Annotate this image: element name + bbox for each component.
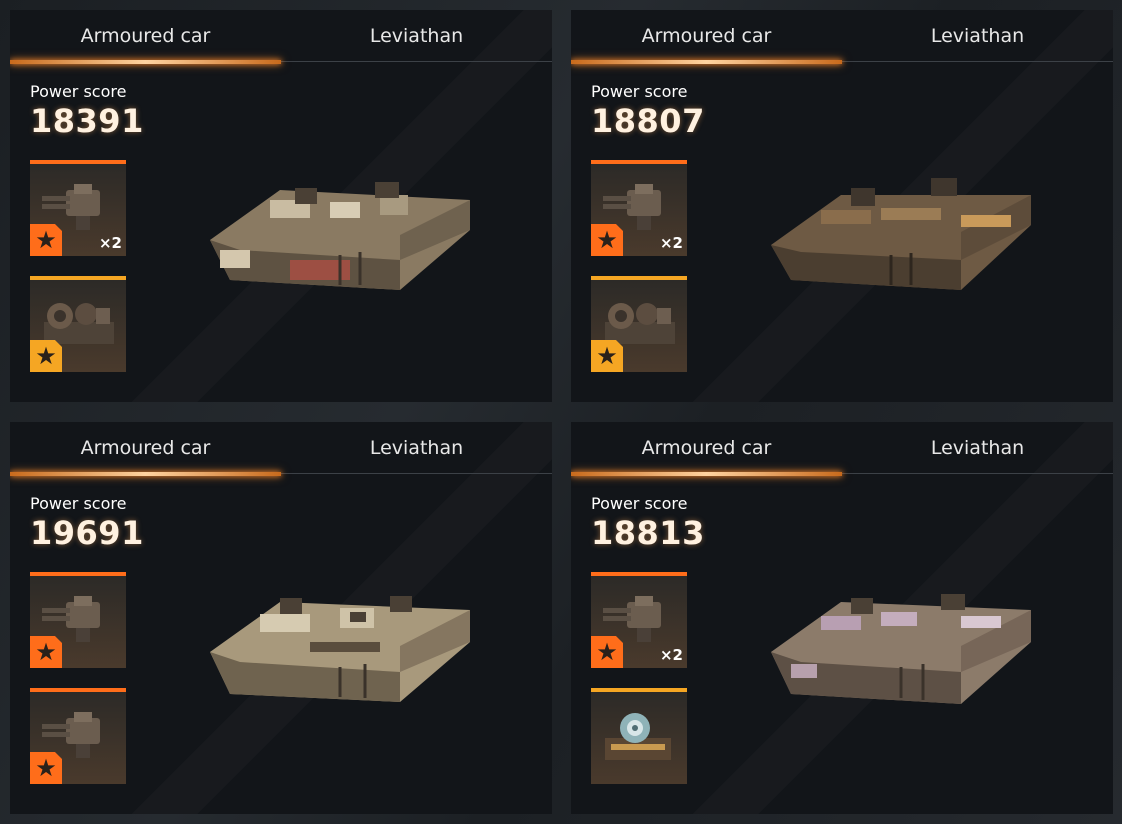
engine-card[interactable]: ★ bbox=[591, 276, 687, 372]
machine-icon bbox=[605, 713, 671, 760]
star-badge-icon: ★ bbox=[30, 636, 62, 668]
vehicle-panel-2: Armoured car Leviathan Power score 18807… bbox=[571, 10, 1113, 402]
leviathan-vehicle-image bbox=[771, 594, 1031, 704]
power-score-value: 19691 bbox=[30, 514, 144, 552]
tab-leviathan[interactable]: Leviathan bbox=[842, 10, 1113, 62]
star-badge-icon: ★ bbox=[591, 636, 623, 668]
tab-armoured-car[interactable]: Armoured car bbox=[10, 10, 281, 64]
power-score-value: 18807 bbox=[591, 102, 705, 140]
power-score-label: Power score bbox=[591, 82, 688, 101]
star-badge-icon: ★ bbox=[30, 752, 62, 784]
tab-bar: Armoured car Leviathan bbox=[10, 422, 552, 476]
star-badge-icon: ★ bbox=[591, 340, 623, 372]
power-score-value: 18391 bbox=[30, 102, 144, 140]
vehicle-panel-1: Armoured car Leviathan Power score 18391… bbox=[10, 10, 552, 402]
tab-leviathan[interactable]: Leviathan bbox=[281, 10, 552, 62]
quantity-badge: ×2 bbox=[659, 234, 683, 252]
power-score-label: Power score bbox=[30, 82, 127, 101]
tab-armoured-car[interactable]: Armoured car bbox=[10, 422, 281, 476]
weapon-card[interactable]: ★ ×2 bbox=[30, 160, 126, 256]
tab-bar: Armoured car Leviathan bbox=[571, 10, 1113, 64]
tab-bar: Armoured car Leviathan bbox=[10, 10, 552, 64]
star-badge-icon: ★ bbox=[591, 224, 623, 256]
vehicle-panel-4: Armoured car Leviathan Power score 18813… bbox=[571, 422, 1113, 814]
power-score-label: Power score bbox=[591, 494, 688, 513]
quantity-badge: ×2 bbox=[98, 234, 122, 252]
star-badge-icon: ★ bbox=[30, 340, 62, 372]
power-score-label: Power score bbox=[30, 494, 127, 513]
weapon-card[interactable]: ★ ×2 bbox=[591, 572, 687, 668]
quantity-badge: ×2 bbox=[659, 646, 683, 664]
engine-card[interactable]: ★ bbox=[30, 276, 126, 372]
tab-armoured-car[interactable]: Armoured car bbox=[571, 422, 842, 476]
weapon-card[interactable]: ★ bbox=[30, 688, 126, 784]
tab-bar: Armoured car Leviathan bbox=[571, 422, 1113, 476]
tab-armoured-car[interactable]: Armoured car bbox=[571, 10, 842, 64]
weapon-card[interactable]: ★ ×2 bbox=[591, 160, 687, 256]
tab-leviathan[interactable]: Leviathan bbox=[842, 422, 1113, 474]
weapon-card[interactable]: ★ bbox=[30, 572, 126, 668]
leviathan-vehicle-image bbox=[210, 596, 470, 702]
machine-card[interactable]: ★ bbox=[591, 688, 687, 784]
tab-leviathan[interactable]: Leviathan bbox=[281, 422, 552, 474]
leviathan-vehicle-image bbox=[771, 178, 1031, 290]
vehicle-panel-3: Armoured car Leviathan Power score 19691… bbox=[10, 422, 552, 814]
leviathan-vehicle-image bbox=[210, 182, 470, 290]
star-badge-icon: ★ bbox=[30, 224, 62, 256]
power-score-value: 18813 bbox=[591, 514, 705, 552]
